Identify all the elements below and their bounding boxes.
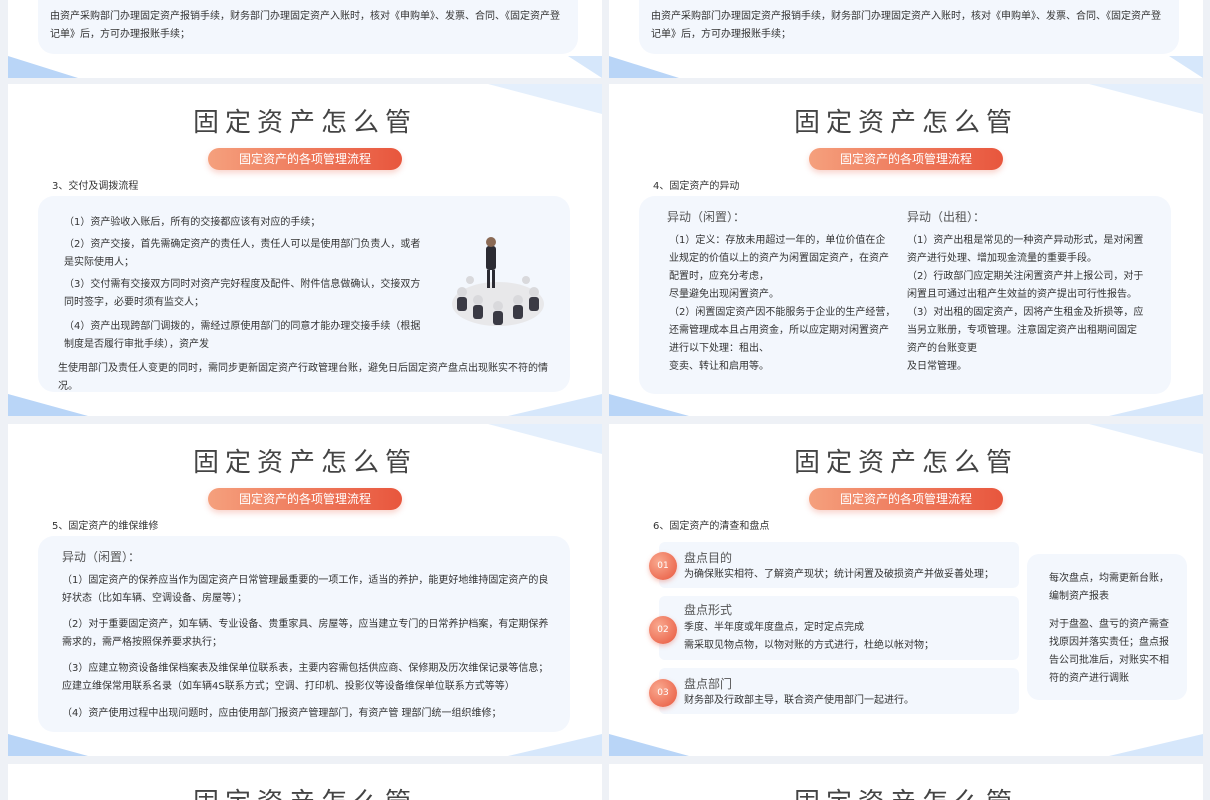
idle-text-line: 进行以下处理：租出、 xyxy=(669,343,769,354)
lease-text-line: （2）行政部门应定期关注闲置资产并上报公司，对于 xyxy=(907,271,1144,282)
inventory-text: 财务部及行政部主导，联合资产使用部门一起进行。 xyxy=(684,695,914,706)
lease-text-line: （1）资产出租是常见的一种资产异动形式，是对闲置 xyxy=(907,235,1144,246)
section-heading: 5、固定资产的维保维修 xyxy=(52,521,159,532)
lease-text-line: 资产进行处理、增加现金流量的重要手段。 xyxy=(907,253,1097,264)
section-pill: 固定资产的各项管理流程 xyxy=(809,148,1003,170)
slide-title: 固定资产怎么管 xyxy=(192,448,417,478)
lease-title: 异动（出租）： xyxy=(907,210,986,224)
lease-text-line: （3）对出租的固定资产，因将产生租金及折损等，应 xyxy=(907,307,1144,318)
item-3: （3）交付需有交接双方同时对资产完好程度及配件、附件信息做确认，交接双方同时签字… xyxy=(64,279,421,308)
inventory-title: 盘点形式 xyxy=(684,603,733,617)
slide-bottom-right: 固定资产怎么管 xyxy=(609,764,1203,800)
slide-maintenance: 固定资产怎么管 固定资产的各项管理流程 5、固定资产的维保维修 异动（闲置）： … xyxy=(8,424,602,756)
lease-text-line: 资产的台账变更 xyxy=(907,343,977,354)
slide-handover: 固定资产怎么管 固定资产的各项管理流程 3、交付及调拨流程 （1）资产验收入账后… xyxy=(8,84,602,416)
idle-text-line: （2）闲置固定资产因不能服务于企业的生产经营， xyxy=(669,307,896,318)
section-heading: 3、交付及调拨流程 xyxy=(52,181,139,192)
slide-title: 固定资产怎么管 xyxy=(8,782,602,800)
inventory-title: 盘点目的 xyxy=(684,551,733,565)
idle-text-line: 还需管理成本且占用资金，所以应定期对闲置资产 xyxy=(669,325,889,336)
decor-triangle xyxy=(8,56,602,78)
slide-top-left: 由资产采购部门办理固定资产报销手续，财务部门办理固定资产入账时，核对《申购单》、… xyxy=(8,0,602,78)
slide-bottom-left: 固定资产怎么管 xyxy=(8,764,602,800)
number-badge: 01 xyxy=(649,552,677,580)
slide-title: 固定资产怎么管 xyxy=(793,108,1018,138)
inventory-text: 季度、半年度或年度盘点，定时定点完成 需采取见物点物，以物对账的方式进行，杜绝以… xyxy=(684,622,934,651)
slide-title: 固定资产怎么管 xyxy=(192,108,417,138)
item-2: （2）对于重要固定资产，如车辆、专业设备、贵重家具、房屋等，应当建立专门的日常养… xyxy=(62,619,549,648)
decor-triangle xyxy=(609,56,1203,78)
item-2: （2）资产交接，首先需确定资产的责任人，责任人可以是使用部门负责人，或者是实际使… xyxy=(64,239,421,268)
side-note-1: 每次盘点，均需更新台账，编制资产报表 xyxy=(1049,573,1169,602)
lease-text-line: 当另立账册，专项管理。注意固定资产出租期间固定 xyxy=(907,325,1137,336)
section-pill: 固定资产的各项管理流程 xyxy=(809,488,1003,510)
slide-top-right: 由资产采购部门办理固定资产报销手续，财务部门办理固定资产入账时，核对《申购单》、… xyxy=(609,0,1203,78)
idle-text-line: 业规定的价值以上的资产为闲置固定资产，在资产 xyxy=(669,253,889,264)
side-note-2: 对于盘盈、盘亏的资产需查找原因并落实责任；盘点报告公司批准后，对账实不相符的资产… xyxy=(1049,619,1169,684)
idle-title: 异动（闲置）： xyxy=(667,210,746,224)
idle-text-line: 变卖、转让和启用等。 xyxy=(669,361,769,372)
inventory-text: 为确保账实相符、了解资产现状；统计闲置及破损资产并做妥善处理； xyxy=(684,569,994,580)
slide-title: 固定资产怎么管 xyxy=(793,448,1018,478)
item-4: （4）资产出现跨部门调拨的，需经过原使用部门的同意才能办理交接手续（根据制度是否… xyxy=(64,321,421,350)
item-1: （1）固定资产的保养应当作为固定资产日常管理最重要的一项工作，适当的养护，能更好… xyxy=(62,575,549,604)
section-heading: 6、固定资产的清查和盘点 xyxy=(653,521,770,532)
reimburse-text: 由资产采购部门办理固定资产报销手续，财务部门办理固定资产入账时，核对《申购单》、… xyxy=(651,11,1161,40)
idle-text-line: 尽量避免出现闲置资产。 xyxy=(669,289,779,300)
reimburse-text: 由资产采购部门办理固定资产报销手续，财务部门办理固定资产入账时，核对《申购单》、… xyxy=(50,11,560,40)
lease-text-line: 及日常管理。 xyxy=(907,361,967,372)
number-badge: 03 xyxy=(649,679,677,707)
lease-text-line: 闲置且可通过出租产生效益的资产提出可行性报告。 xyxy=(907,289,1137,300)
section-heading: 4、固定资产的异动 xyxy=(653,181,740,192)
item-4: （4）资产使用过程中出现问题时，应由使用部门报资产管理部门，有资产管 理部门统一… xyxy=(62,708,502,719)
slide-asset-change: 固定资产怎么管 固定资产的各项管理流程 4、固定资产的异动 异动（闲置）： （1… xyxy=(609,84,1203,416)
meeting-people-illustration xyxy=(452,237,544,326)
number-badge: 02 xyxy=(649,616,677,644)
item-3: （3）应建立物资设备维保档案表及维保单位联系表，主要内容需包括供应商、保修期及历… xyxy=(62,663,549,692)
idle-text-line: （1）定义：存放未用超过一年的，单位价值在企 xyxy=(669,235,886,246)
section-pill: 固定资产的各项管理流程 xyxy=(208,488,402,510)
idle-text: （1）定义：存放未用超过一年的，单位价值在企 业规定的价值以上的资产为闲置固定资产… xyxy=(669,232,919,376)
slide-title: 固定资产怎么管 xyxy=(609,782,1203,800)
item-1: （1）资产验收入账后，所有的交接都应该有对应的手续； xyxy=(64,217,321,228)
card-subtitle: 异动（闲置）： xyxy=(62,550,141,564)
section-pill: 固定资产的各项管理流程 xyxy=(208,148,402,170)
lease-text: （1）资产出租是常见的一种资产异动形式，是对闲置 资产进行处理、增加现金流量的重要… xyxy=(907,232,1167,376)
item-5: 生使用部门及责任人变更的同时，需同步更新固定资产行政管理台账，避免日后固定资产盘… xyxy=(58,363,548,392)
slide-inventory: 固定资产怎么管 固定资产的各项管理流程 6、固定资产的清查和盘点 01 盘点目的… xyxy=(609,424,1203,756)
inventory-title: 盘点部门 xyxy=(684,677,733,691)
idle-text-line: 配置时，应充分考虑， xyxy=(669,271,769,282)
